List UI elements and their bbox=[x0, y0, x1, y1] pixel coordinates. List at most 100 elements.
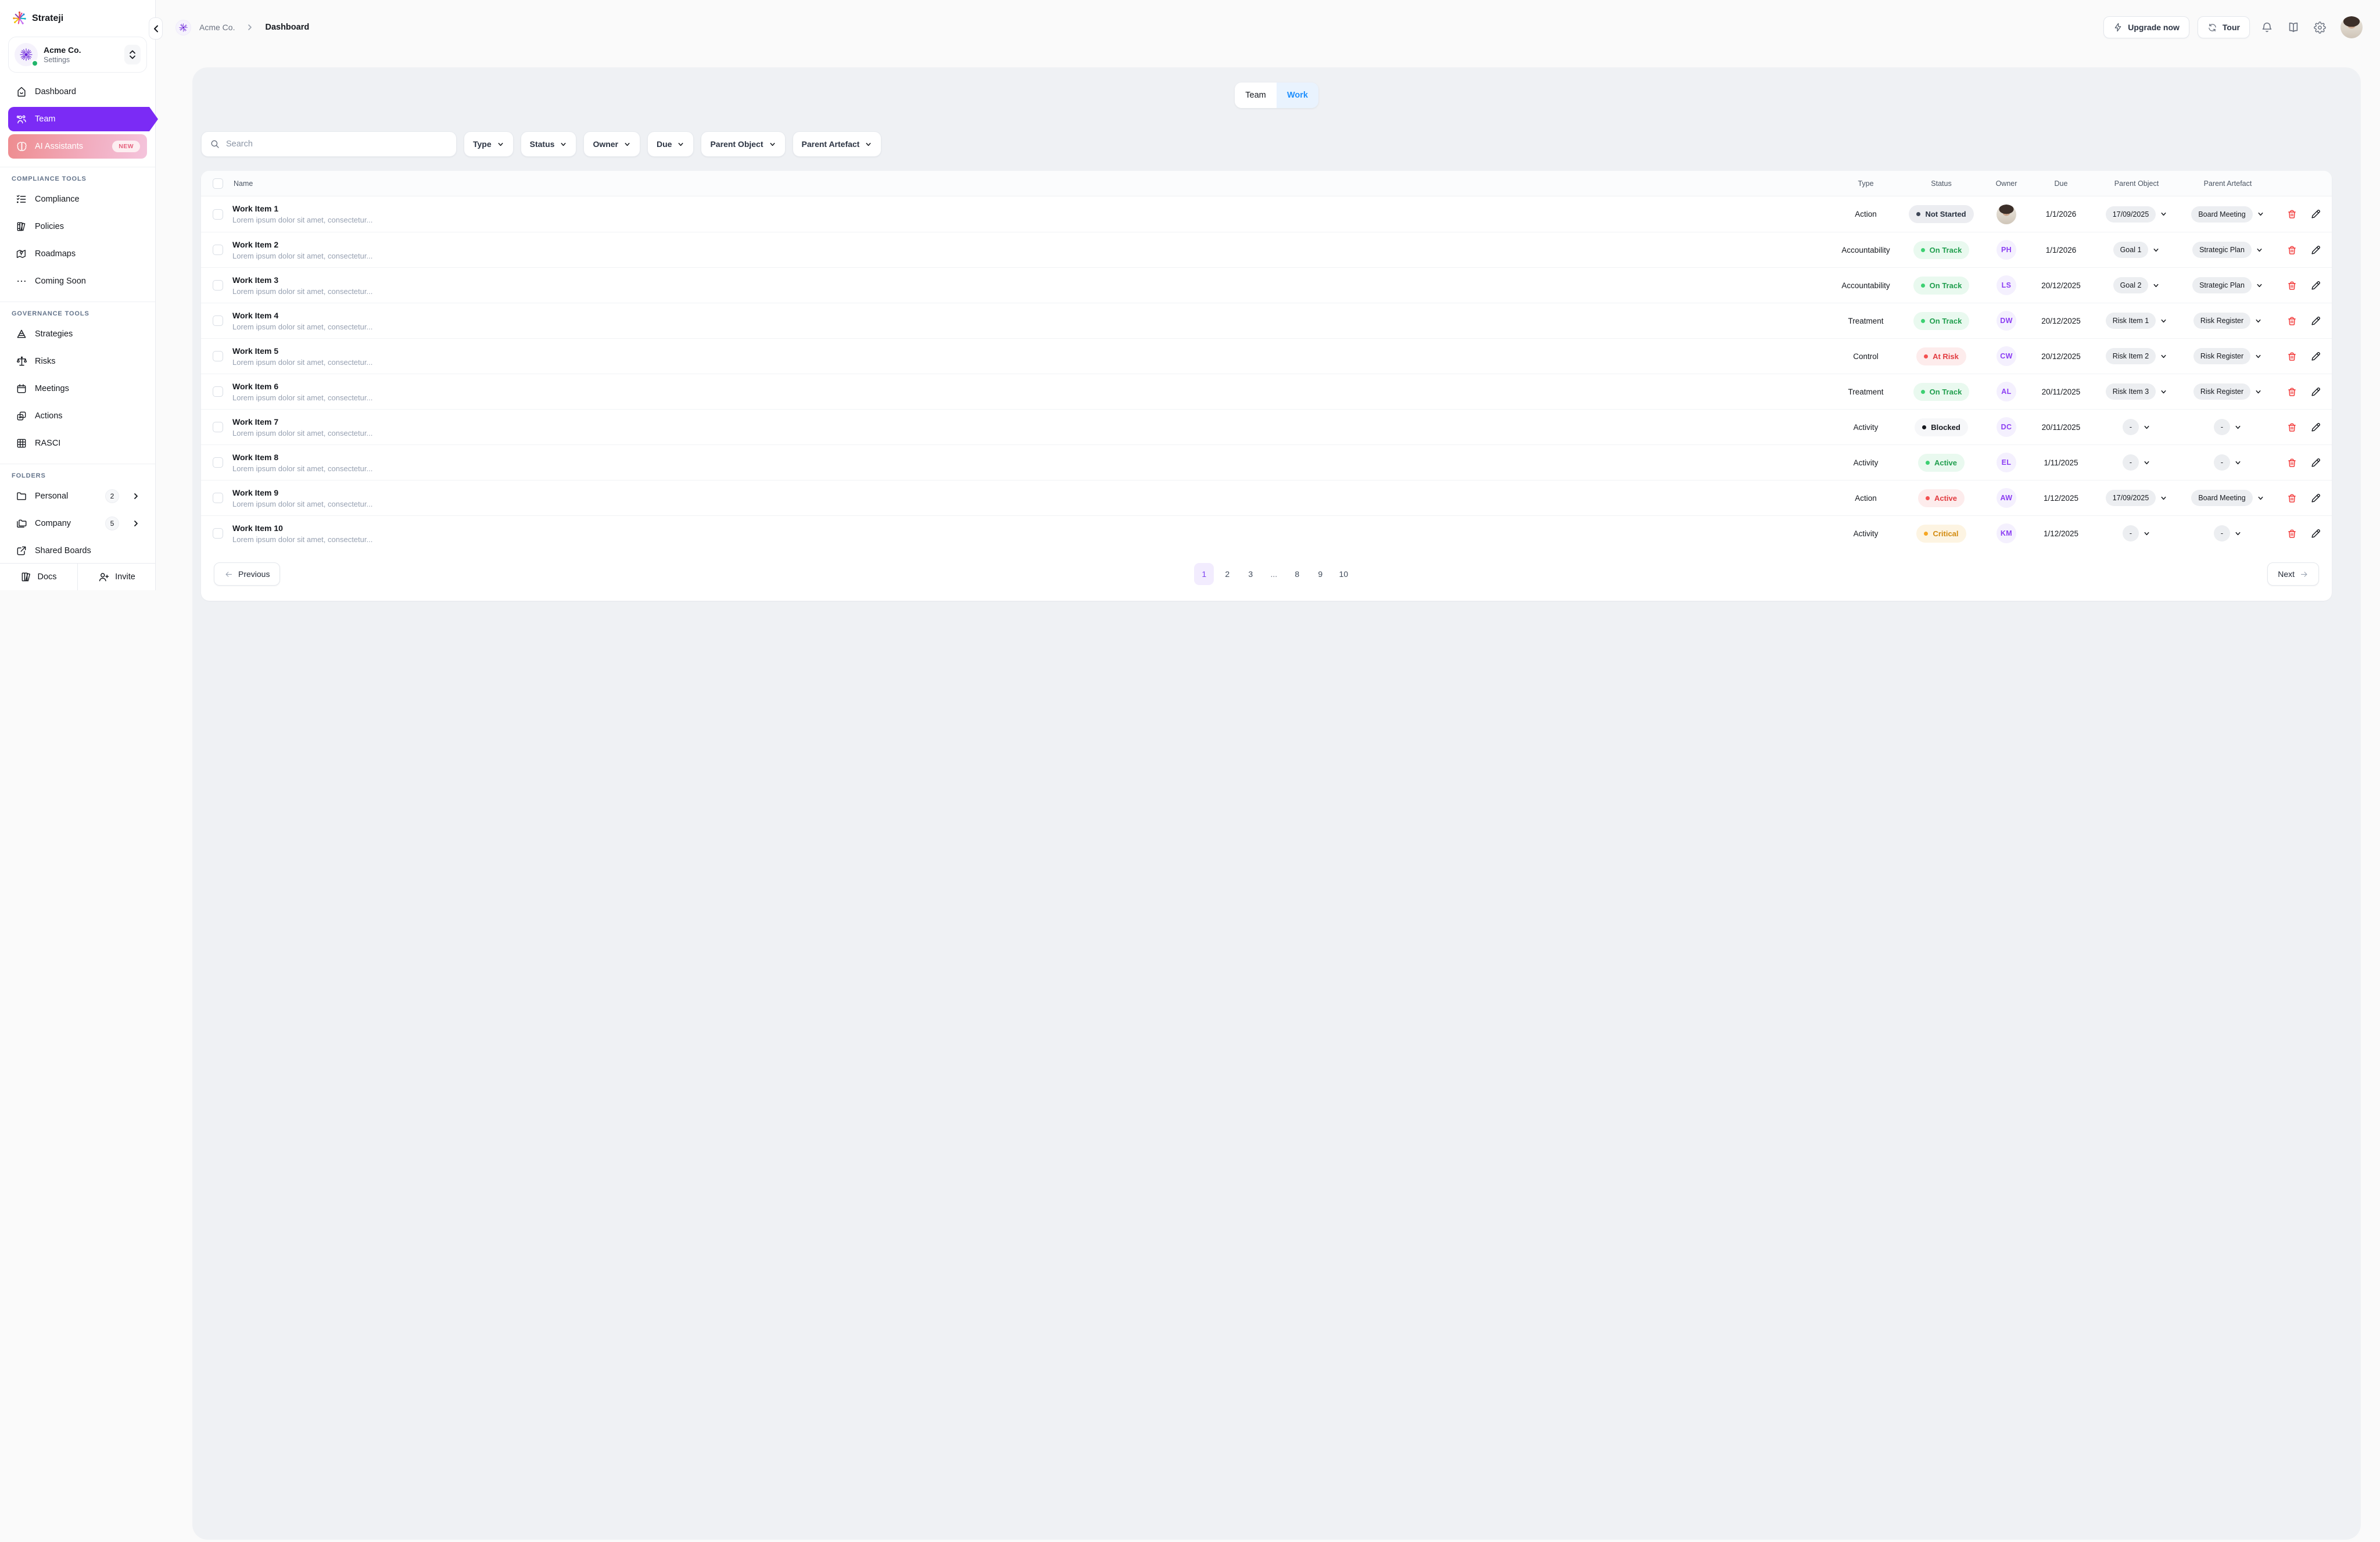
sidebar-item-ai-assistants[interactable]: AI Assistants NEW bbox=[8, 134, 147, 159]
chevron-down-icon[interactable] bbox=[2160, 210, 2167, 218]
sidebar-collapse-button[interactable] bbox=[149, 17, 163, 40]
chevron-down-icon[interactable] bbox=[2160, 317, 2167, 325]
filter-parent-object[interactable]: Parent Object bbox=[701, 131, 786, 157]
chevron-down-icon[interactable] bbox=[2143, 530, 2150, 537]
user-avatar[interactable] bbox=[2340, 16, 2363, 38]
sidebar-item-risks[interactable]: Risks bbox=[8, 349, 147, 374]
breadcrumb-workspace[interactable]: Acme Co. bbox=[199, 23, 235, 32]
delete-button[interactable] bbox=[2286, 280, 2297, 291]
edit-button[interactable] bbox=[2310, 280, 2321, 291]
search-input[interactable] bbox=[226, 139, 448, 149]
row-checkbox[interactable] bbox=[213, 528, 223, 539]
sidebar-item-actions[interactable]: Actions bbox=[8, 404, 147, 428]
owner-avatar[interactable]: KM bbox=[1997, 523, 2016, 543]
parent-object-pill[interactable]: Risk Item 1 bbox=[2105, 313, 2156, 329]
edit-button[interactable] bbox=[2310, 209, 2321, 220]
chevron-down-icon[interactable] bbox=[2152, 246, 2160, 254]
page-number[interactable]: 9 bbox=[1310, 563, 1330, 585]
parent-object-pill[interactable]: - bbox=[2122, 454, 2139, 471]
owner-avatar[interactable]: EL bbox=[1997, 453, 2016, 472]
parent-object-pill[interactable]: Goal 2 bbox=[2113, 277, 2149, 293]
parent-object-pill[interactable]: 17/09/2025 bbox=[2105, 490, 2156, 506]
parent-artefact-pill[interactable]: Strategic Plan bbox=[2192, 242, 2252, 258]
notifications-bell-icon[interactable] bbox=[2258, 21, 2276, 34]
parent-object-pill[interactable]: - bbox=[2122, 525, 2139, 542]
work-item-name[interactable]: Work Item 9 bbox=[232, 488, 1827, 497]
owner-avatar[interactable]: DC bbox=[1997, 417, 2016, 437]
edit-button[interactable] bbox=[2310, 315, 2321, 327]
page-number[interactable]: 3 bbox=[1241, 563, 1260, 585]
edit-button[interactable] bbox=[2310, 351, 2321, 362]
tour-button[interactable]: Tour bbox=[2197, 16, 2250, 38]
owner-avatar-photo[interactable] bbox=[1997, 204, 2016, 224]
chevron-down-icon[interactable] bbox=[2234, 424, 2242, 431]
owner-avatar[interactable]: LS bbox=[1997, 275, 2016, 295]
parent-artefact-pill[interactable]: Board Meeting bbox=[2191, 490, 2253, 506]
edit-button[interactable] bbox=[2310, 493, 2321, 504]
work-item-name[interactable]: Work Item 10 bbox=[232, 523, 1827, 533]
parent-artefact-pill[interactable]: Board Meeting bbox=[2191, 206, 2253, 223]
upgrade-button[interactable]: Upgrade now bbox=[2103, 16, 2189, 38]
page-number[interactable]: 2 bbox=[1217, 563, 1237, 585]
sidebar-item-personal[interactable]: Personal 2 bbox=[8, 484, 147, 508]
edit-button[interactable] bbox=[2310, 245, 2321, 256]
owner-avatar[interactable]: AL bbox=[1997, 382, 2016, 401]
parent-artefact-pill[interactable]: - bbox=[2213, 525, 2231, 542]
parent-artefact-pill[interactable]: Risk Register bbox=[2193, 383, 2251, 400]
workspace-settings-link[interactable]: Settings bbox=[44, 56, 119, 64]
sidebar-item-meetings[interactable]: Meetings bbox=[8, 376, 147, 401]
chevron-down-icon[interactable] bbox=[2257, 210, 2264, 218]
parent-artefact-pill[interactable]: - bbox=[2213, 419, 2231, 435]
row-checkbox[interactable] bbox=[213, 245, 223, 255]
chevron-down-icon[interactable] bbox=[2256, 282, 2263, 289]
owner-avatar[interactable]: DW bbox=[1997, 311, 2016, 331]
work-item-name[interactable]: Work Item 1 bbox=[232, 204, 1827, 213]
edit-button[interactable] bbox=[2310, 457, 2321, 468]
chevron-down-icon[interactable] bbox=[2160, 353, 2167, 360]
next-page-button[interactable]: Next bbox=[2267, 562, 2319, 586]
delete-button[interactable] bbox=[2286, 209, 2297, 220]
previous-page-button[interactable]: Previous bbox=[214, 562, 281, 586]
chevron-down-icon[interactable] bbox=[2254, 388, 2262, 396]
sidebar-item-roadmaps[interactable]: Roadmaps bbox=[8, 242, 147, 266]
chevron-down-icon[interactable] bbox=[2234, 459, 2242, 467]
row-checkbox[interactable] bbox=[213, 209, 223, 220]
chevron-right-icon[interactable] bbox=[132, 492, 140, 500]
row-checkbox[interactable] bbox=[213, 493, 223, 503]
filter-parent-artefact[interactable]: Parent Artefact bbox=[792, 131, 882, 157]
parent-object-pill[interactable]: Risk Item 2 bbox=[2105, 348, 2156, 364]
edit-button[interactable] bbox=[2310, 422, 2321, 433]
filter-type[interactable]: Type bbox=[464, 131, 514, 157]
work-item-name[interactable]: Work Item 4 bbox=[232, 311, 1827, 320]
chevron-down-icon[interactable] bbox=[2152, 282, 2160, 289]
sidebar-item-policies[interactable]: Policies bbox=[8, 214, 147, 239]
parent-object-pill[interactable]: Risk Item 3 bbox=[2105, 383, 2156, 400]
delete-button[interactable] bbox=[2286, 457, 2297, 468]
row-checkbox[interactable] bbox=[213, 315, 223, 326]
delete-button[interactable] bbox=[2286, 315, 2297, 327]
filter-owner[interactable]: Owner bbox=[583, 131, 641, 157]
sidebar-item-shared-boards[interactable]: Shared Boards bbox=[8, 539, 147, 563]
tab-work[interactable]: Work bbox=[1277, 83, 1318, 108]
sidebar-item-strategies[interactable]: Strategies bbox=[8, 322, 147, 346]
delete-button[interactable] bbox=[2286, 245, 2297, 256]
sidebar-item-coming-soon[interactable]: Coming Soon bbox=[8, 269, 147, 293]
chevron-down-icon[interactable] bbox=[2254, 353, 2262, 360]
parent-object-pill[interactable]: 17/09/2025 bbox=[2105, 206, 2156, 223]
workspace-switcher[interactable]: Acme Co. Settings bbox=[8, 37, 147, 73]
row-checkbox[interactable] bbox=[213, 457, 223, 468]
delete-button[interactable] bbox=[2286, 351, 2297, 362]
row-checkbox[interactable] bbox=[213, 280, 223, 291]
delete-button[interactable] bbox=[2286, 493, 2297, 504]
owner-avatar[interactable]: CW bbox=[1997, 346, 2016, 366]
delete-button[interactable] bbox=[2286, 386, 2297, 397]
parent-artefact-pill[interactable]: - bbox=[2213, 454, 2231, 471]
invite-button[interactable]: Invite bbox=[77, 564, 155, 590]
row-checkbox[interactable] bbox=[213, 422, 223, 432]
parent-artefact-pill[interactable]: Risk Register bbox=[2193, 348, 2251, 364]
delete-button[interactable] bbox=[2286, 422, 2297, 433]
work-item-name[interactable]: Work Item 2 bbox=[232, 240, 1827, 249]
sidebar-item-dashboard[interactable]: Dashboard bbox=[8, 80, 147, 104]
filter-due[interactable]: Due bbox=[647, 131, 694, 157]
chevron-down-icon[interactable] bbox=[2234, 530, 2242, 537]
